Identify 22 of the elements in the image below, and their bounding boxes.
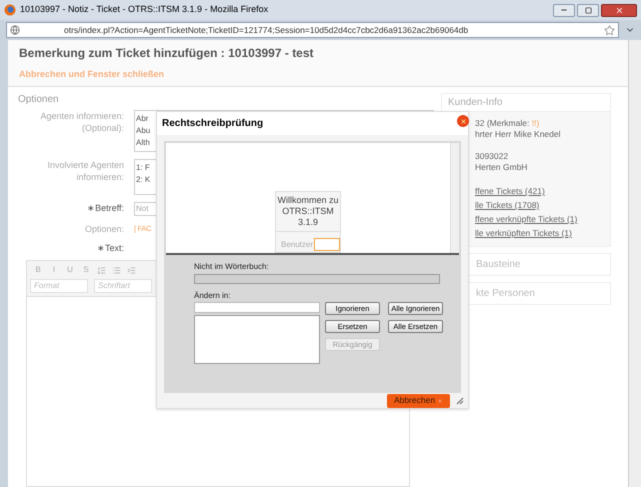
user-label: Benutzer xyxy=(281,238,314,250)
dialog-title: Rechtschreibprüfung xyxy=(162,117,264,131)
field-label: Optionen: xyxy=(84,223,124,235)
field-label: ∗Text: xyxy=(96,242,124,254)
page-heading: Bemerkung zum Ticket hinzufügen : 10103997 - test xyxy=(19,45,315,61)
field-label: (Optional): xyxy=(80,122,124,134)
welcome-text: Willkommen zu xyxy=(276,195,340,206)
panel-title: Kunden-Info xyxy=(442,94,610,112)
field-label: Ändern in: xyxy=(194,290,232,302)
customer-detail: 32 (Merkmale: !!) xyxy=(475,118,540,129)
welcome-text: OTRS::ITSM 3.1.9 xyxy=(281,206,335,228)
window-title: 10103997 - Notiz - Ticket - OTRS::ITSM 3.1.9 - Mozilla Firefox xyxy=(20,3,268,16)
field-label: ∗Betreff: xyxy=(86,202,124,214)
customer-detail: Herten GmbH xyxy=(475,162,528,173)
field-label: Involvierte Agenten xyxy=(46,159,124,171)
customer-detail: 3093022 xyxy=(475,151,510,162)
field-label: informieren: xyxy=(75,171,124,183)
customer-detail: hrter Herr Mike Knedel xyxy=(475,129,562,140)
url-text: otrs/index.pl?Action=AgentTicketNote;TicketID=121774;Session=10d5d2d4cc7cbc2d6a91362ac2b69064db xyxy=(64,24,468,36)
section-title: Optionen xyxy=(18,93,59,106)
field-label: Nicht im Wörterbuch: xyxy=(194,261,270,273)
field-label: Agenten informieren: xyxy=(39,110,124,122)
